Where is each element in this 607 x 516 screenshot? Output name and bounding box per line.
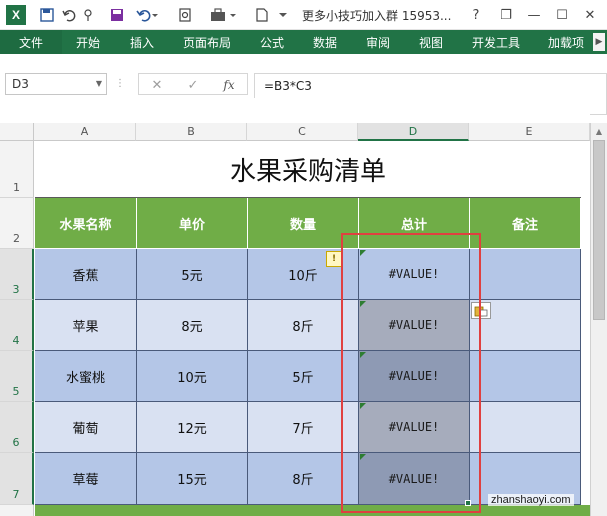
formula-buttons: ✕ ✓ fx <box>138 73 248 95</box>
ribbon-collapsed-area <box>0 54 607 72</box>
sheet-gap <box>0 98 590 123</box>
cell-a4[interactable]: 苹果 <box>35 300 137 351</box>
tab-page-layout[interactable]: 页面布局 <box>183 30 231 54</box>
briefcase-dropdown-icon[interactable] <box>208 5 240 25</box>
row-header-3[interactable]: 3 <box>0 249 34 300</box>
cell-e3[interactable] <box>470 249 581 300</box>
formula-bar-grip-icon[interactable]: ⋮ <box>115 78 125 89</box>
tab-formulas[interactable]: 公式 <box>260 30 284 54</box>
highlight-box <box>341 233 481 513</box>
scrollbar-thumb[interactable] <box>593 140 605 320</box>
floppy-save-icon[interactable] <box>108 5 126 25</box>
sheet-title-cell[interactable]: 水果采购清单 <box>35 141 581 198</box>
tab-addins[interactable]: 加载项 <box>548 30 584 54</box>
cell-b3[interactable]: 5元 <box>137 249 248 300</box>
touch-mode-icon[interactable] <box>80 5 96 25</box>
tab-file[interactable]: 文件 <box>0 30 62 54</box>
header-remark[interactable]: 备注 <box>470 198 581 249</box>
cell-b4[interactable]: 8元 <box>137 300 248 351</box>
cell-a5[interactable]: 水蜜桃 <box>35 351 137 402</box>
column-header-c[interactable]: C <box>247 123 358 141</box>
ribbon-display-icon[interactable]: ❐ <box>492 4 520 26</box>
undo-icon[interactable] <box>60 5 78 25</box>
row-header-6[interactable]: 6 <box>0 402 34 453</box>
window-title: 更多小技巧加入群 15953... <box>302 9 452 23</box>
select-all-corner[interactable] <box>0 123 34 141</box>
help-icon[interactable]: ? <box>462 4 490 26</box>
cell-a6[interactable]: 葡萄 <box>35 402 137 453</box>
row-header-4[interactable]: 4 <box>0 300 34 351</box>
cell-b7[interactable]: 15元 <box>137 453 248 505</box>
ribbon-tabs: 文件 开始 插入 页面布局 公式 数据 审阅 视图 开发工具 加载项 ▶ <box>0 30 607 54</box>
minimize-icon[interactable]: — <box>520 4 548 26</box>
cell-b6[interactable]: 12元 <box>137 402 248 453</box>
formula-bar: D3 ▼ ⋮ ✕ ✓ fx =B3*C3 <box>0 72 607 115</box>
column-header-e[interactable]: E <box>469 123 590 141</box>
print-preview-icon[interactable] <box>176 5 194 25</box>
row-header-5[interactable]: 5 <box>0 351 34 402</box>
cell-a7[interactable]: 草莓 <box>35 453 137 505</box>
tab-view[interactable]: 视图 <box>419 30 443 54</box>
header-fruit-name[interactable]: 水果名称 <box>35 198 137 249</box>
error-warning-icon[interactable]: ! <box>326 251 342 267</box>
cancel-icon[interactable]: ✕ <box>147 76 167 94</box>
new-document-icon[interactable] <box>254 5 270 25</box>
undo-dropdown-icon[interactable] <box>134 5 160 25</box>
column-header-a[interactable]: A <box>34 123 136 141</box>
cell-e6[interactable] <box>470 402 581 453</box>
cell-e5[interactable] <box>470 351 581 402</box>
row-header-7[interactable]: 7 <box>0 453 34 505</box>
next-row-strip <box>35 505 590 516</box>
enter-icon[interactable]: ✓ <box>183 76 203 94</box>
header-unit-price[interactable]: 单价 <box>137 198 248 249</box>
tab-review[interactable]: 审阅 <box>366 30 390 54</box>
row-header-8[interactable] <box>0 505 34 516</box>
excel-logo-icon: X <box>6 5 26 25</box>
save-icon[interactable] <box>38 5 56 25</box>
tab-data[interactable]: 数据 <box>313 30 337 54</box>
maximize-icon[interactable]: ☐ <box>548 4 576 26</box>
close-icon[interactable]: ✕ <box>576 4 604 26</box>
tab-insert[interactable]: 插入 <box>130 30 154 54</box>
name-box-value: D3 <box>12 77 29 91</box>
tab-developer[interactable]: 开发工具 <box>472 30 520 54</box>
title-bar: X 更多小技巧加入群 15953... ? ❐ — ☐ ✕ <box>0 0 607 30</box>
cell-a3[interactable]: 香蕉 <box>35 249 137 300</box>
insert-function-icon[interactable]: fx <box>219 76 239 94</box>
tab-home[interactable]: 开始 <box>76 30 100 54</box>
row-header-1[interactable]: 1 <box>0 141 34 198</box>
watermark: zhanshaoyi.com <box>488 494 574 506</box>
customize-toolbar-icon[interactable] <box>276 5 290 25</box>
row-header-2[interactable]: 2 <box>0 198 34 249</box>
cell-b5[interactable]: 10元 <box>137 351 248 402</box>
vertical-scrollbar[interactable]: ▲ <box>590 123 607 516</box>
scroll-up-icon[interactable]: ▲ <box>591 123 607 139</box>
chevron-down-icon[interactable]: ▼ <box>96 79 102 88</box>
column-header-d[interactable]: D <box>358 123 469 141</box>
ribbon-scroll-right-icon[interactable]: ▶ <box>593 33 605 51</box>
column-header-b[interactable]: B <box>136 123 247 141</box>
name-box[interactable]: D3 ▼ <box>5 73 107 95</box>
